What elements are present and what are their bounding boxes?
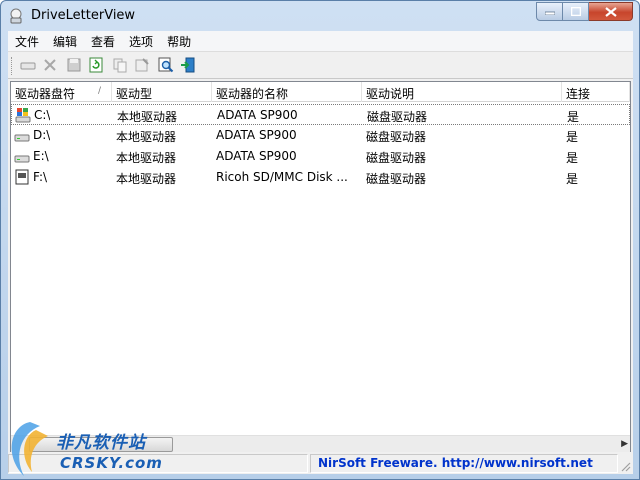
toolbar-properties-button[interactable]: [132, 55, 152, 75]
app-icon: [10, 8, 22, 24]
cell-description: 磁盘驱动器: [366, 130, 427, 144]
window-title: DriveLetterView: [31, 8, 136, 23]
toolbar-grip[interactable]: [11, 57, 14, 75]
watermark: 非凡软件站 CRSKY.com: [0, 416, 163, 480]
cell-drive-name: ADATA SP900: [217, 108, 298, 122]
toolbar-refresh-button[interactable]: [86, 55, 106, 75]
table-row[interactable]: F:\ 本地驱动器 Ricoh SD/MMC Disk ... 磁盘驱动器 是: [11, 167, 630, 188]
cell-connected: 是: [567, 110, 580, 124]
column-header-drive-name[interactable]: 驱动器的名称: [212, 82, 362, 102]
toolbar-save-button[interactable]: [64, 55, 84, 75]
cell-drive-letter: D:\: [33, 128, 51, 142]
sort-up-icon: ∕: [97, 86, 101, 96]
menu-file[interactable]: 文件: [8, 31, 46, 51]
properties-icon: [135, 58, 149, 72]
find-icon: [158, 57, 174, 73]
table-row[interactable]: D:\ 本地驱动器 ADATA SP900 磁盘驱动器 是: [11, 125, 630, 146]
list-header: 驱动器盘符 ∕ 驱动型 驱动器的名称 驱动说明 连接: [11, 82, 630, 102]
toolbar: [8, 51, 633, 79]
cell-drive-type: 本地驱动器: [116, 130, 177, 144]
cell-drive-name: Ricoh SD/MMC Disk ...: [216, 170, 348, 184]
exit-icon: [181, 57, 195, 73]
hdd-icon: [14, 155, 30, 163]
cell-drive-type: 本地驱动器: [116, 172, 177, 186]
copy-icon: [113, 58, 127, 73]
watermark-cn-text: 非凡软件站: [56, 433, 146, 453]
cell-description: 磁盘驱动器: [366, 172, 427, 186]
column-header-drive-type[interactable]: 驱动型: [112, 82, 212, 102]
close-button[interactable]: [589, 2, 633, 21]
card-reader-icon: [15, 169, 29, 185]
hdd-icon: [14, 134, 30, 142]
drive-icon: [20, 62, 36, 70]
cell-connected: 是: [566, 151, 579, 165]
menu-edit[interactable]: 编辑: [46, 31, 84, 51]
menu-help[interactable]: 帮助: [160, 31, 198, 51]
title-bar[interactable]: DriveLetterView: [1, 1, 639, 31]
minimize-button[interactable]: [536, 2, 563, 21]
cell-connected: 是: [566, 130, 579, 144]
toolbar-drive-button[interactable]: [18, 55, 38, 75]
delete-icon: [44, 59, 56, 71]
cell-description: 磁盘驱动器: [367, 110, 428, 124]
save-icon: [67, 58, 81, 72]
cell-drive-name: ADATA SP900: [216, 149, 297, 163]
drive-list[interactable]: 驱动器盘符 ∕ 驱动型 驱动器的名称 驱动说明 连接 C:\ 本地驱动器 ADA…: [10, 81, 631, 452]
watermark-logo-icon: [11, 422, 48, 476]
table-row[interactable]: C:\ 本地驱动器 ADATA SP900 磁盘驱动器 是: [11, 104, 630, 125]
close-icon: [604, 6, 617, 17]
cell-drive-letter: F:\: [33, 170, 48, 184]
menu-bar: 文件 编辑 查看 选项 帮助: [8, 31, 633, 51]
cell-connected: 是: [566, 172, 579, 186]
maximize-button[interactable]: [563, 2, 589, 21]
maximize-icon: [570, 7, 581, 16]
client-area: 文件 编辑 查看 选项 帮助 驱动器盘符 ∕ 驱动型 驱动器的名称 驱动说明 连…: [8, 31, 633, 474]
column-label: 驱动器盘符: [15, 87, 76, 101]
app-window: DriveLetterView 文件 编辑 查看 选项 帮助 驱动器盘符 ∕ 驱…: [0, 0, 640, 480]
resize-grip-icon[interactable]: [619, 460, 631, 472]
toolbar-exit-button[interactable]: [178, 55, 198, 75]
cell-drive-letter: C:\: [34, 108, 51, 122]
scroll-right-icon[interactable]: ▶: [621, 439, 628, 449]
watermark-en-text: CRSKY.com: [60, 454, 163, 472]
windows-drive-icon: [15, 108, 31, 123]
minimize-icon: [544, 11, 555, 15]
cell-description: 磁盘驱动器: [366, 151, 427, 165]
menu-options[interactable]: 选项: [122, 31, 160, 51]
column-header-description[interactable]: 驱动说明: [362, 82, 562, 102]
toolbar-delete-button[interactable]: [40, 55, 60, 75]
nirsoft-link[interactable]: NirSoft Freeware. http://www.nirsoft.net: [318, 456, 593, 470]
column-header-connected[interactable]: 连接: [562, 82, 630, 102]
column-header-drive-letter[interactable]: 驱动器盘符 ∕: [11, 82, 112, 102]
menu-view[interactable]: 查看: [84, 31, 122, 51]
cell-drive-name: ADATA SP900: [216, 128, 297, 142]
cell-drive-type: 本地驱动器: [116, 151, 177, 165]
refresh-icon: [89, 57, 103, 73]
table-row[interactable]: E:\ 本地驱动器 ADATA SP900 磁盘驱动器 是: [11, 146, 630, 167]
toolbar-find-button[interactable]: [156, 55, 176, 75]
cell-drive-type: 本地驱动器: [117, 110, 178, 124]
toolbar-copy-button[interactable]: [110, 55, 130, 75]
cell-drive-letter: E:\: [33, 149, 49, 163]
